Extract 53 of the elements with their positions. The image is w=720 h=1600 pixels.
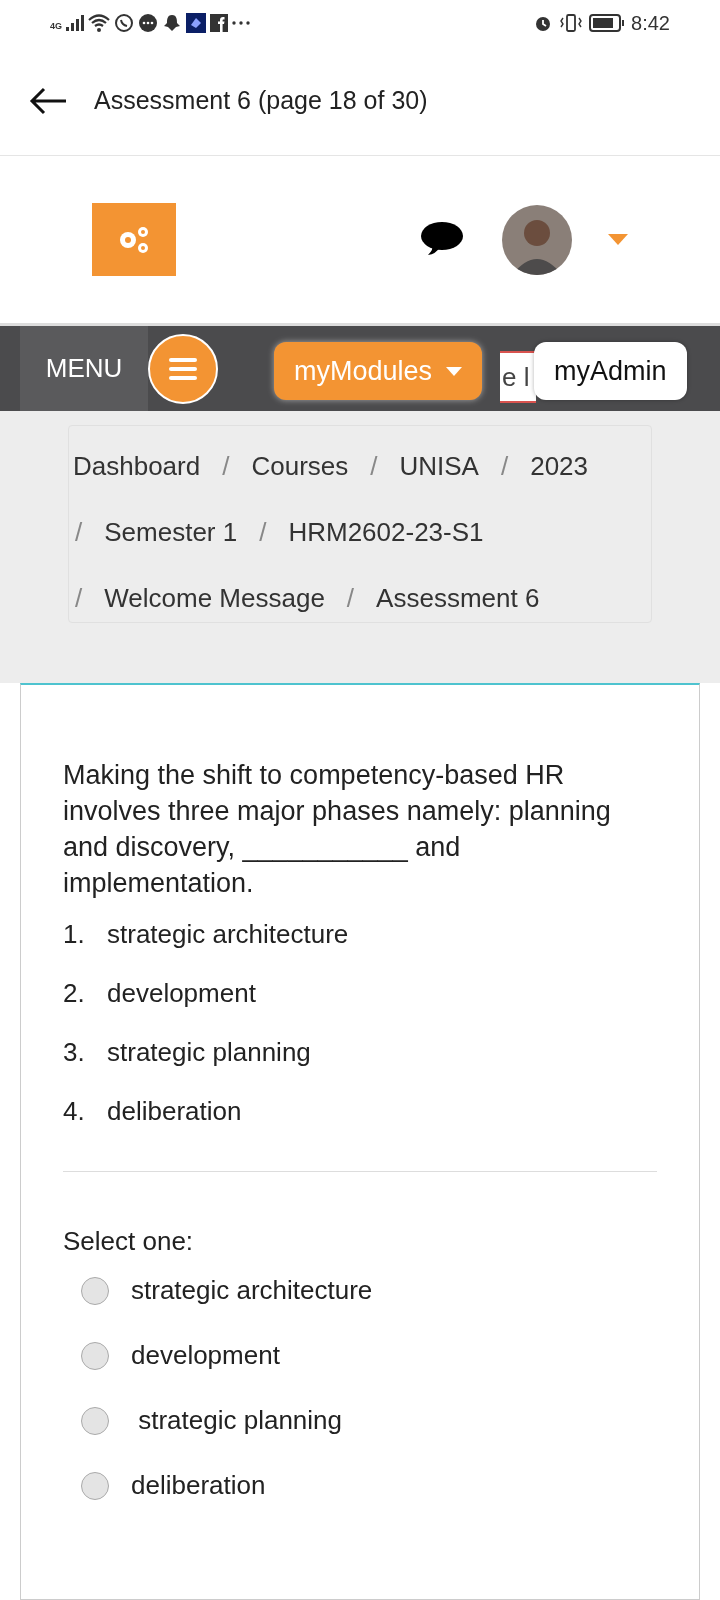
breadcrumb-separator: / bbox=[369, 449, 379, 483]
breadcrumb-link[interactable]: Dashboard bbox=[73, 446, 201, 486]
radio-button[interactable] bbox=[81, 1341, 109, 1370]
list-number: 4. bbox=[63, 1095, 86, 1128]
answer-option[interactable]: strategic architecture bbox=[63, 1271, 657, 1310]
back-arrow-icon[interactable] bbox=[28, 85, 68, 116]
page-title: Assessment 6 (page 18 of 30) bbox=[94, 84, 428, 116]
dropdown-caret-icon[interactable] bbox=[608, 234, 628, 245]
vibrate-icon bbox=[559, 13, 584, 33]
breadcrumb-separator: / bbox=[258, 515, 268, 549]
question-text: Making the shift to competency-based HR involves three major phases namely: planning and discovery, ___________ and implementation. bbox=[63, 759, 612, 900]
answer-option[interactable]: deliberation bbox=[63, 1466, 657, 1505]
battery-icon bbox=[589, 13, 626, 33]
settings-button[interactable] bbox=[92, 203, 176, 276]
answer-option[interactable]: development bbox=[63, 1336, 657, 1375]
list-text: strategic planning bbox=[107, 1036, 311, 1069]
breadcrumb-separator: / bbox=[74, 515, 84, 549]
more-icon bbox=[232, 21, 250, 25]
breadcrumb-separator: / bbox=[221, 449, 231, 483]
list-text: strategic architecture bbox=[107, 918, 349, 951]
search-field[interactable]: e l bbox=[500, 351, 536, 403]
breadcrumb-link[interactable]: UNISA bbox=[399, 446, 479, 486]
menu-icon bbox=[169, 357, 197, 380]
answer-option[interactable]: strategic planning bbox=[63, 1401, 657, 1440]
breadcrumb-separator: / bbox=[74, 581, 84, 615]
breadcrumb-separator: / bbox=[345, 581, 356, 615]
breadcrumb-link[interactable]: Welcome Message bbox=[104, 578, 325, 618]
list-text: development bbox=[107, 977, 256, 1010]
list-number: 2. bbox=[63, 977, 86, 1010]
signal-icon bbox=[66, 15, 84, 31]
breadcrumb-link[interactable]: Assessment 6 bbox=[376, 578, 540, 618]
list-number: 3. bbox=[63, 1036, 86, 1069]
clock-time: 8:42 bbox=[631, 11, 670, 36]
breadcrumb-link[interactable]: Courses bbox=[251, 446, 349, 486]
radio-button[interactable] bbox=[81, 1276, 109, 1305]
select-prompt: Select one: bbox=[63, 1225, 195, 1258]
wifi-icon bbox=[88, 14, 110, 32]
list-number: 1. bbox=[63, 918, 86, 951]
breadcrumb-link[interactable]: 2023 bbox=[530, 446, 589, 486]
network-type: 4G bbox=[50, 20, 62, 34]
breadcrumb-link[interactable]: HRM2602-23-S1 bbox=[288, 512, 484, 552]
breadcrumb-separator: / bbox=[499, 449, 510, 483]
radio-button[interactable] bbox=[81, 1471, 109, 1500]
chat-app-icon bbox=[114, 13, 134, 33]
app-icon bbox=[186, 13, 206, 33]
facebook-icon bbox=[210, 14, 228, 32]
admin-button[interactable]: myAdmin bbox=[534, 342, 687, 400]
radio-button[interactable] bbox=[81, 1406, 109, 1435]
breadcrumb-link[interactable]: Semester 1 bbox=[104, 512, 238, 552]
menu-button[interactable]: MENU bbox=[20, 326, 148, 411]
list-text: deliberation bbox=[107, 1095, 242, 1128]
caret-icon bbox=[446, 366, 463, 376]
message-icon bbox=[138, 13, 158, 33]
